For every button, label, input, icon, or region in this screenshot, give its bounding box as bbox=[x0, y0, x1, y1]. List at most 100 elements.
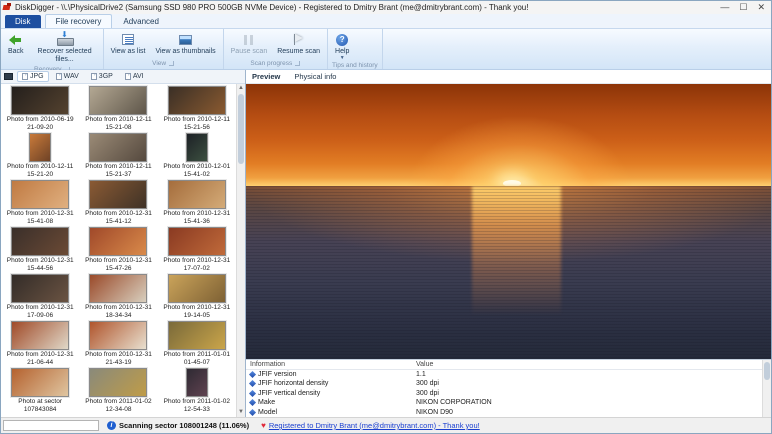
thumbnail-image[interactable] bbox=[11, 321, 69, 350]
thumbnail-item[interactable]: Photo from 2010-12-1115-21-08 bbox=[79, 86, 157, 133]
thumbnail-item[interactable]: Photo from 2011-01-0101-45-07 bbox=[158, 321, 236, 368]
thumbnail-item[interactable]: Photo from 2010-12-1115-21-20 bbox=[1, 133, 79, 180]
back-button[interactable]: Back bbox=[3, 30, 29, 65]
thumbnail-caption: Photo from 2010-12-3119-14-05 bbox=[163, 304, 230, 319]
thumbnail-item[interactable]: Photo from 2010-12-3115-47-26 bbox=[79, 227, 157, 274]
thumbnail-item[interactable]: Photo from 2010-12-3115-41-08 bbox=[1, 180, 79, 227]
thumbnail-image[interactable] bbox=[89, 368, 147, 397]
thumbnail-image[interactable] bbox=[89, 274, 147, 303]
format-tab-wav[interactable]: WAV bbox=[51, 71, 84, 82]
sunset-sky bbox=[246, 84, 771, 186]
window-title: DiskDigger - \\.\PhysicalDrive2 (Samsung… bbox=[15, 3, 720, 12]
app-menu-tab[interactable]: Disk bbox=[5, 15, 41, 28]
tab-physical-info[interactable]: Physical info bbox=[294, 72, 336, 81]
thumbnail-item[interactable]: Photo from 2010-12-3118-34-34 bbox=[79, 274, 157, 321]
thumbnail-grid: Photo from 2010-06-1921-09-20Photo from … bbox=[1, 84, 236, 417]
dialog-launcher-icon[interactable] bbox=[169, 61, 174, 66]
thumbnail-image[interactable] bbox=[11, 86, 69, 115]
thumbnail-caption: Photo from 2010-12-3115-41-12 bbox=[85, 210, 152, 225]
view-mode-icon[interactable] bbox=[4, 73, 13, 80]
exif-row[interactable]: ModelNIKON D90 bbox=[246, 408, 762, 418]
thumbnail-image[interactable] bbox=[168, 180, 226, 209]
view-as-list-button[interactable]: View as list bbox=[106, 30, 151, 59]
preview-tab-bar: Preview Physical info bbox=[246, 70, 771, 84]
thumbnail-image[interactable] bbox=[186, 368, 208, 397]
exif-row[interactable]: JFIF horizontal density300 dpi bbox=[246, 379, 762, 389]
format-tab-bar: JPGWAV3GPAVI bbox=[1, 70, 245, 84]
thumbnail-item[interactable]: Photo from 2011-01-0212-54-33 bbox=[158, 368, 236, 415]
thumbnail-caption: Photo from 2011-01-0101-45-07 bbox=[164, 351, 230, 366]
thumbnail-image[interactable] bbox=[186, 133, 208, 162]
thumbnail-image[interactable] bbox=[168, 321, 226, 350]
format-tab-3gp[interactable]: 3GP bbox=[86, 71, 118, 82]
sea-ripples bbox=[246, 186, 771, 359]
heart-icon: ♥ bbox=[261, 421, 266, 430]
resume-flag-icon bbox=[293, 32, 305, 47]
thumbnail-item[interactable]: Photo from 2010-12-3115-41-12 bbox=[79, 180, 157, 227]
view-as-thumbnails-button[interactable]: View as thumbnails bbox=[150, 30, 220, 59]
thumbnail-scrollbar[interactable]: ▲ ▼ bbox=[236, 84, 245, 417]
thumbnail-image[interactable] bbox=[89, 180, 147, 209]
thumbnail-item[interactable]: Photo from 2010-12-3115-41-36 bbox=[158, 180, 236, 227]
thumbnail-caption: Photo from 2010-12-3115-41-08 bbox=[7, 210, 74, 225]
pause-scan-button: Pause scan bbox=[226, 30, 273, 59]
thumbnail-item[interactable]: Photo from 2011-01-0212-34-08 bbox=[79, 368, 157, 415]
help-button[interactable]: ? Help ▼ bbox=[330, 30, 354, 61]
scan-status-text: Scanning sector 108001248 (11.06%) bbox=[119, 421, 249, 430]
thumbnail-item[interactable]: Photo from 2010-12-3121-43-19 bbox=[79, 321, 157, 368]
thumbnail-image[interactable] bbox=[11, 227, 69, 256]
thumbnail-item[interactable]: Photo from 2010-12-3119-14-05 bbox=[158, 274, 236, 321]
thumbnail-image[interactable] bbox=[89, 133, 147, 162]
thumbnail-image[interactable] bbox=[11, 368, 69, 397]
thumbnail-item[interactable]: Photo from 2010-12-0115-41-02 bbox=[158, 133, 236, 180]
preview-image bbox=[246, 84, 771, 359]
maximize-button[interactable]: ☐ bbox=[739, 2, 747, 13]
thumbnail-item[interactable]: Photo from 2010-12-3115-44-56 bbox=[1, 227, 79, 274]
thumbnail-caption: Photo from 2010-12-3115-41-36 bbox=[163, 210, 230, 225]
exif-row[interactable]: JFIF version1.1 bbox=[246, 370, 762, 380]
thumbnail-image[interactable] bbox=[168, 86, 226, 115]
app-icon bbox=[3, 3, 12, 12]
ribbon-group-tips: ? Help ▼ Tips and history bbox=[328, 29, 383, 69]
exif-info-panel: Information Value JFIF version1.1JFIF ho… bbox=[246, 359, 771, 417]
registered-link[interactable]: Registered to Dmitry Brant (me@dmitrybra… bbox=[269, 421, 480, 430]
thumbnail-item[interactable]: Photo from 2010-12-3121-06-44 bbox=[1, 321, 79, 368]
list-view-icon bbox=[122, 32, 134, 47]
minimize-button[interactable]: — bbox=[720, 2, 729, 13]
exif-table: Information Value JFIF version1.1JFIF ho… bbox=[246, 360, 762, 417]
pause-icon bbox=[244, 32, 253, 47]
exif-row[interactable]: JFIF vertical density300 dpi bbox=[246, 389, 762, 399]
thumbnail-image[interactable] bbox=[168, 274, 226, 303]
thumbnail-image[interactable] bbox=[11, 274, 69, 303]
thumbnail-item[interactable]: Photo at sector107843084 bbox=[1, 368, 79, 415]
exif-row[interactable]: MakeNIKON CORPORATION bbox=[246, 398, 762, 408]
recover-selected-files-button[interactable]: Recover selected files... bbox=[29, 30, 101, 65]
thumbnail-image[interactable] bbox=[89, 321, 147, 350]
exif-tag-icon bbox=[249, 399, 256, 406]
scroll-up-icon[interactable]: ▲ bbox=[238, 84, 244, 93]
tab-preview[interactable]: Preview bbox=[252, 72, 280, 81]
exif-scrollbar[interactable] bbox=[762, 360, 771, 417]
info-icon: i bbox=[107, 421, 116, 430]
format-tab-avi[interactable]: AVI bbox=[120, 71, 149, 82]
tab-file-recovery[interactable]: File recovery bbox=[45, 14, 113, 28]
dialog-launcher-icon[interactable] bbox=[295, 61, 300, 66]
thumbnail-image[interactable] bbox=[29, 133, 51, 162]
thumbnail-item[interactable]: Photo from 2010-12-3117-09-06 bbox=[1, 274, 79, 321]
preview-panel: Preview Physical info Information Value … bbox=[246, 70, 771, 417]
close-button[interactable]: ✕ bbox=[757, 2, 765, 13]
ribbon-tab-strip: Disk File recovery Advanced bbox=[1, 14, 771, 29]
scroll-down-icon[interactable]: ▼ bbox=[238, 408, 244, 417]
resume-scan-button[interactable]: Resume scan bbox=[272, 30, 325, 59]
format-tab-jpg[interactable]: JPG bbox=[17, 71, 49, 82]
thumbnail-item[interactable]: Photo from 2010-12-1115-21-37 bbox=[79, 133, 157, 180]
thumbnail-image[interactable] bbox=[89, 86, 147, 115]
tab-advanced[interactable]: Advanced bbox=[112, 14, 170, 28]
ribbon-group-recovery: Back Recover selected files... Recovery bbox=[1, 29, 104, 69]
thumbnail-image[interactable] bbox=[168, 227, 226, 256]
thumbnail-item[interactable]: Photo from 2010-06-1921-09-20 bbox=[1, 86, 79, 133]
thumbnail-item[interactable]: Photo from 2010-12-1115-21-56 bbox=[158, 86, 236, 133]
thumbnail-item[interactable]: Photo from 2010-12-3117-07-02 bbox=[158, 227, 236, 274]
thumbnail-image[interactable] bbox=[11, 180, 69, 209]
thumbnail-image[interactable] bbox=[89, 227, 147, 256]
